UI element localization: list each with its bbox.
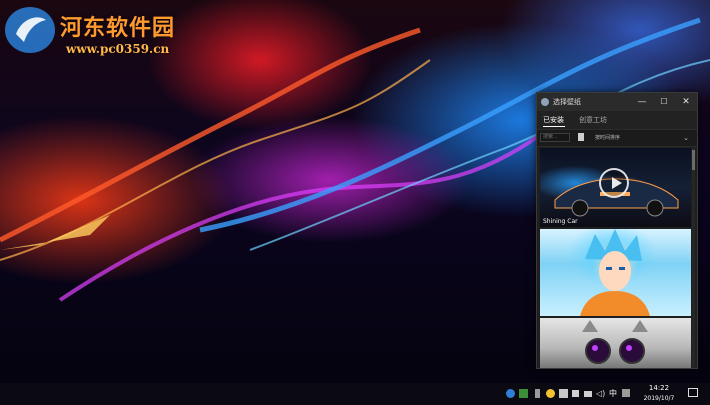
wallpaper-item[interactable] <box>540 318 691 368</box>
tab-workshop[interactable]: 创意工坊 <box>579 115 607 125</box>
tray-app-icon[interactable] <box>519 389 528 398</box>
document-icon[interactable] <box>578 133 584 141</box>
window-title: 选择壁纸 <box>553 98 581 106</box>
scrollbar-thumb[interactable] <box>692 150 695 170</box>
sort-dropdown-value: 按时间排序 <box>595 135 621 141</box>
wallpaper-picker-window: 选择壁纸 — ☐ ✕ 已安装 创意工坊 按时间排序 ⌄ Shining Car <box>536 92 698 369</box>
close-button[interactable]: ✕ <box>675 93 697 111</box>
filter-toolbar: 按时间排序 ⌄ <box>537 129 697 147</box>
maximize-button[interactable]: ☐ <box>653 93 675 111</box>
tray-app-icon[interactable] <box>559 389 568 398</box>
window-titlebar[interactable]: 选择壁纸 — ☐ ✕ <box>537 93 697 111</box>
clock-time[interactable]: 14:22 <box>641 384 677 393</box>
tray-app-icon[interactable] <box>546 389 555 398</box>
active-tab-indicator <box>543 126 565 127</box>
taskbar: ◁) 中 14:22 2019/10/7 <box>0 383 710 405</box>
action-center-icon[interactable] <box>688 388 698 397</box>
tab-bar: 已安装 创意工坊 <box>537 111 697 129</box>
battery-icon[interactable] <box>584 391 592 397</box>
tab-installed[interactable]: 已安装 <box>543 115 564 125</box>
cat-thumbnail <box>582 320 648 364</box>
wallpaper-title: Shining Car <box>543 218 578 225</box>
clock-date[interactable]: 2019/10/7 <box>636 394 682 403</box>
watermark-title: 河东软件园 <box>60 15 176 41</box>
list-scrollbar[interactable] <box>692 148 695 368</box>
play-icon[interactable] <box>599 168 629 198</box>
input-method-indicator[interactable]: 中 <box>609 388 617 399</box>
wallpaper-list: Shining Car <box>540 148 691 368</box>
chevron-down-icon: ⌄ <box>683 134 689 142</box>
watermark: 河东软件园 www.pc0359.cn <box>2 4 202 60</box>
network-icon[interactable] <box>572 390 579 397</box>
anime-thumbnail <box>580 229 650 316</box>
search-input[interactable] <box>540 133 570 142</box>
volume-icon[interactable]: ◁) <box>596 389 606 398</box>
wallpaper-item[interactable]: Shining Car <box>540 148 691 227</box>
tray-app-icon[interactable] <box>506 389 515 398</box>
minimize-button[interactable]: — <box>631 93 653 111</box>
tray-app-icon[interactable] <box>535 389 540 398</box>
app-icon <box>541 98 549 106</box>
watermark-logo-icon <box>5 7 55 53</box>
sort-dropdown[interactable]: 按时间排序 ⌄ <box>595 133 691 143</box>
tray-app-icon[interactable] <box>622 389 630 397</box>
watermark-url: www.pc0359.cn <box>66 42 170 56</box>
wallpaper-item[interactable] <box>540 229 691 316</box>
